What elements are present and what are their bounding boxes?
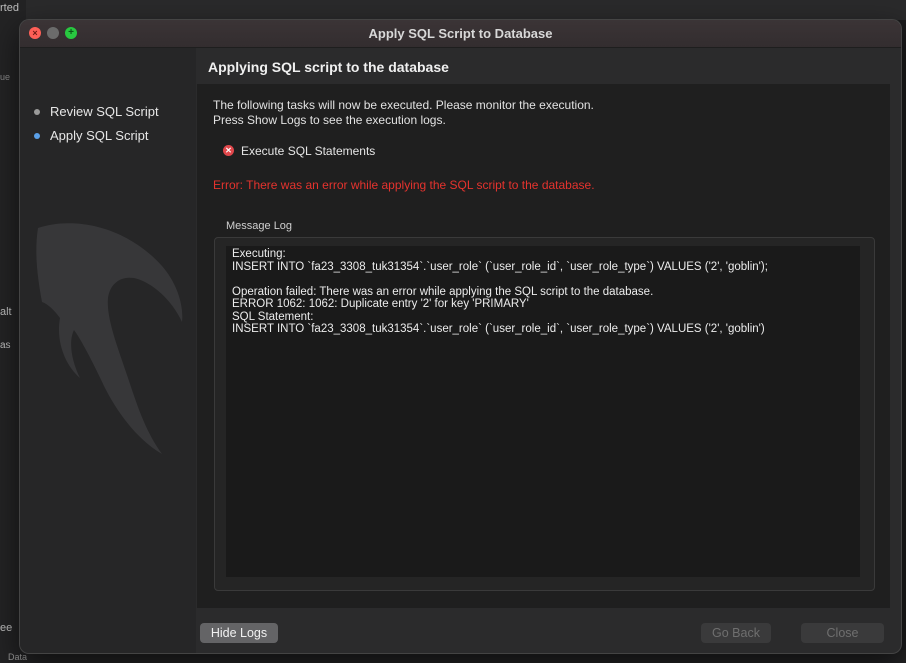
- background-app-toolbar: [0, 0, 906, 20]
- error-message: Error: There was an error while applying…: [213, 178, 595, 192]
- page-title: Applying SQL script to the database: [208, 59, 449, 75]
- task-execute-sql-statements: ✕ Execute SQL Statements: [223, 144, 375, 158]
- wizard-sidebar: Review SQL Script Apply SQL Script: [20, 48, 196, 653]
- step-apply-sql-script: Apply SQL Script: [34, 128, 149, 143]
- description-line: The following tasks will now be executed…: [213, 98, 594, 112]
- title-bar[interactable]: × + Apply SQL Script to Database: [20, 20, 901, 48]
- background-app-text: ee: [0, 622, 13, 634]
- step-label: Review SQL Script: [50, 104, 159, 119]
- content-panel: The following tasks will now be executed…: [197, 84, 890, 608]
- message-log-text[interactable]: Executing: INSERT INTO `fa23_3308_tuk313…: [226, 246, 860, 577]
- description: The following tasks will now be executed…: [213, 98, 594, 128]
- window-title: Apply SQL Script to Database: [368, 26, 553, 41]
- step-current-dot: [34, 132, 40, 139]
- apply-sql-dialog: × + Apply SQL Script to Database Review …: [20, 20, 901, 653]
- message-log-group: Executing: INSERT INTO `fa23_3308_tuk313…: [214, 237, 875, 591]
- step-review-sql-script: Review SQL Script: [34, 104, 159, 119]
- close-button[interactable]: Close: [801, 623, 884, 643]
- step-label: Apply SQL Script: [50, 128, 149, 143]
- background-app-text: ue: [0, 72, 11, 82]
- hide-logs-button[interactable]: Hide Logs: [200, 623, 278, 643]
- background-app-text: as: [0, 340, 11, 351]
- go-back-button[interactable]: Go Back: [701, 623, 771, 643]
- background-app-text: alt: [0, 306, 12, 318]
- mysql-dolphin-icon: [36, 223, 183, 454]
- background-app-text: rted: [0, 2, 19, 14]
- error-x-icon: ✕: [223, 145, 234, 157]
- message-log-label: Message Log: [226, 220, 293, 232]
- task-label: Execute SQL Statements: [241, 144, 376, 158]
- background-app-text: Data: [8, 652, 28, 662]
- description-line: Press Show Logs to see the execution log…: [213, 113, 446, 127]
- step-done-dot: [34, 108, 40, 115]
